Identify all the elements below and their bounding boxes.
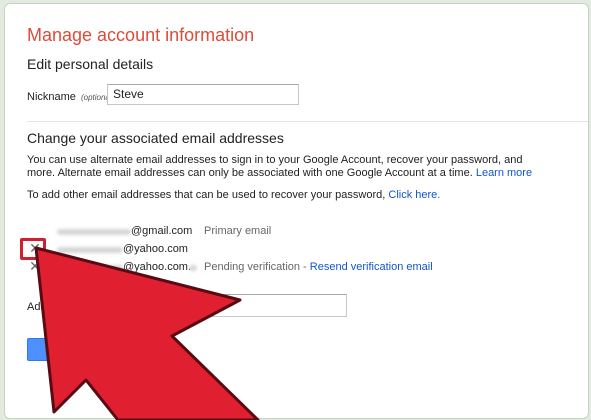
pointer-arrow-icon: [34, 246, 260, 420]
arrow-shape: [34, 246, 260, 420]
